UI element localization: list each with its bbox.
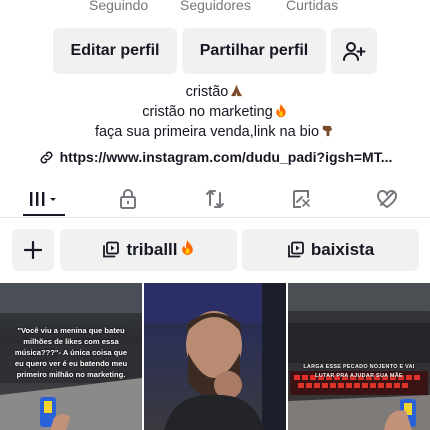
share-profile-button[interactable]: Partilhar perfil: [182, 28, 326, 74]
bio-line-3: faça sua primeira venda,link na bio: [0, 122, 430, 142]
playlists-row: triballl baixista: [0, 229, 430, 271]
following-label[interactable]: Seguindo: [89, 0, 148, 13]
tab-favorites[interactable]: [281, 180, 321, 217]
playlist-triballl[interactable]: triballl: [60, 229, 237, 271]
likes-label: Curtidas: [286, 0, 339, 13]
fire-icon: [274, 103, 288, 124]
pointing-down-icon: [320, 123, 335, 144]
followers-label[interactable]: Seguidores: [180, 0, 251, 13]
plus-icon: [24, 241, 42, 259]
profile-tabs: [0, 180, 430, 218]
video-thumbnail[interactable]: [144, 283, 286, 430]
playlist-label-1: triballl: [126, 240, 178, 259]
playlist-baixista[interactable]: baixista: [242, 229, 419, 271]
tab-videos[interactable]: [18, 180, 70, 217]
profile-actions: Editar perfil Partilhar perfil: [0, 28, 430, 74]
bio-link[interactable]: https://www.instagram.com/dudu_padi?igsh…: [0, 146, 430, 168]
video-grid: "Você viu a menina que bateu milhões de …: [0, 283, 430, 430]
tab-liked[interactable]: [367, 180, 407, 217]
playlist-icon: [103, 241, 120, 258]
bio-text-1: cristão: [185, 84, 229, 100]
video-scene-portrait: [144, 283, 286, 430]
favorites-icon: [293, 189, 310, 208]
bio-line-2: cristão no marketing: [0, 102, 430, 122]
video-scene-keyboard: [288, 283, 430, 430]
playlist-label-2: baixista: [310, 240, 375, 259]
add-friend-icon: [343, 42, 366, 61]
tab-reposts[interactable]: [195, 180, 235, 217]
video-thumbnail[interactable]: LARGA ESSE PECADO NOJENTO E VAI LUTAR PR…: [288, 283, 430, 430]
tab-private[interactable]: [108, 180, 148, 217]
bio-text-3: faça sua primeira venda,link na bio: [94, 124, 320, 140]
profile-stats: Seguindo Seguidores Curtidas: [0, 0, 430, 17]
profile-bio: cristão cristão no marketing faça sua pr…: [0, 82, 430, 142]
share-profile-label: Partilhar perfil: [199, 42, 309, 59]
praying-hands-icon: [229, 83, 244, 104]
edit-profile-button[interactable]: Editar perfil: [53, 28, 177, 74]
video-thumbnail[interactable]: "Você viu a menina que bateu milhões de …: [0, 283, 142, 430]
playlist-icon: [287, 241, 304, 258]
link-icon: [40, 151, 53, 163]
liked-icon: [377, 189, 397, 208]
bio-link-text: https://www.instagram.com/dudu_padi?igsh…: [59, 149, 393, 165]
edit-profile-label: Editar perfil: [70, 42, 160, 59]
add-playlist-button[interactable]: [12, 229, 54, 271]
bio-line-1: cristão: [0, 82, 430, 102]
bio-text-2: cristão no marketing: [142, 104, 273, 120]
video-caption: "Você viu a menina que bateu milhões de …: [14, 326, 128, 379]
video-caption: LARGA ESSE PECADO NOJENTO E VAI LUTAR PR…: [303, 364, 415, 379]
add-friend-button[interactable]: [331, 28, 377, 74]
fire-icon: [180, 239, 195, 261]
active-tab-indicator: [23, 214, 65, 216]
repost-icon: [206, 189, 224, 208]
lock-icon: [120, 188, 136, 209]
grid-icon: [30, 191, 56, 206]
